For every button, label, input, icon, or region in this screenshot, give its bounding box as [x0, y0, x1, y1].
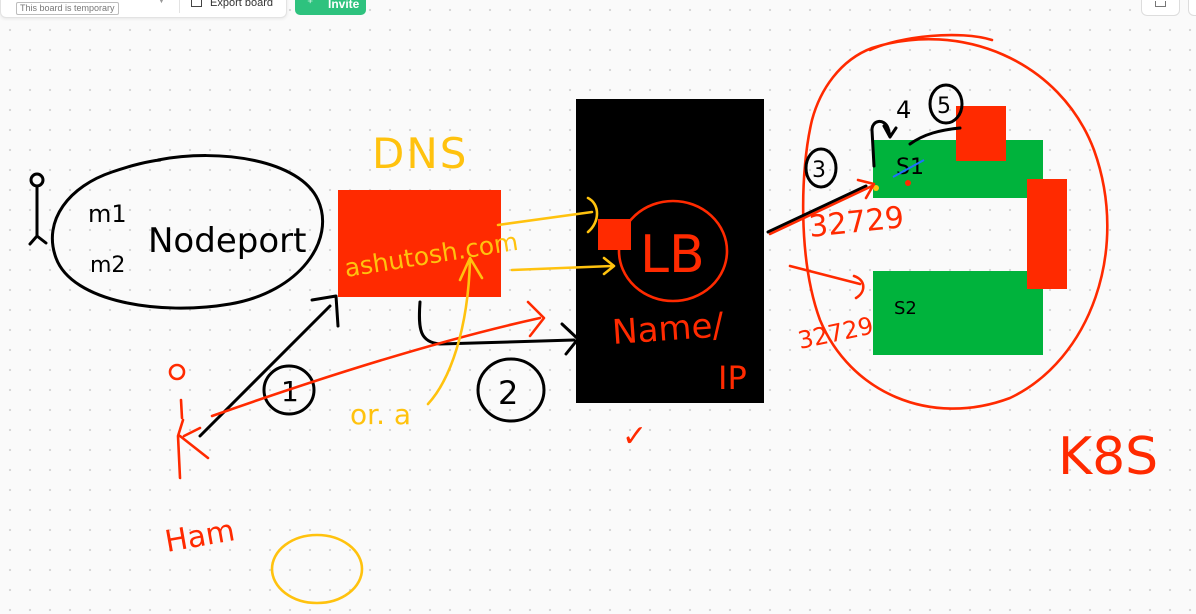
- nodeport-m1: m1: [88, 200, 127, 228]
- stick-figure-body: [28, 184, 48, 246]
- step5-number: 5: [937, 94, 951, 119]
- lb-port-square: [598, 219, 631, 250]
- step4-number: 4: [896, 96, 911, 124]
- service-s2-label: S2: [894, 298, 917, 319]
- step2-number: 2: [498, 374, 518, 412]
- lb-ip-label: IP: [718, 359, 747, 397]
- arrow-human-to-dns: [198, 294, 340, 438]
- lb-name-label: Name/: [611, 305, 726, 353]
- lb-check-mark: ✓: [622, 419, 647, 454]
- human-head: [168, 363, 186, 381]
- nodeport-m2: m2: [90, 253, 125, 278]
- or-a-label: or. a: [350, 398, 411, 431]
- dns-group: DNS ashutosh.com: [338, 129, 520, 297]
- step3-number: 3: [812, 158, 826, 183]
- load-balancer-group: LB Name/ IP ✓: [576, 99, 764, 454]
- lb-label: LB: [640, 225, 705, 285]
- stick-figure-head: [29, 172, 45, 188]
- dns-label: DNS: [372, 129, 468, 178]
- k8s-cluster-group: S1 S2 32729 32729 K8S 3 4 5: [795, 33, 1158, 487]
- whiteboard-canvas[interactable]: m1 m2 Nodeport DNS ashutosh.com LB Name/…: [0, 0, 1196, 614]
- human-body: [176, 398, 210, 480]
- s1-red-dot: [905, 180, 911, 186]
- nodeport-label: Nodeport: [148, 221, 306, 261]
- node-bar: [1027, 179, 1067, 289]
- pod-square: [956, 106, 1006, 161]
- k8s-label: K8S: [1058, 427, 1158, 487]
- human-group: Ham: [162, 363, 364, 605]
- flow-arrows: 1 2 or. a: [198, 178, 876, 438]
- yellow-circle-note: [270, 533, 364, 605]
- arrow-lb-to-s2: [788, 264, 865, 300]
- nodeport-group: m1 m2 Nodeport: [28, 154, 324, 310]
- human-label: Ham: [162, 513, 237, 560]
